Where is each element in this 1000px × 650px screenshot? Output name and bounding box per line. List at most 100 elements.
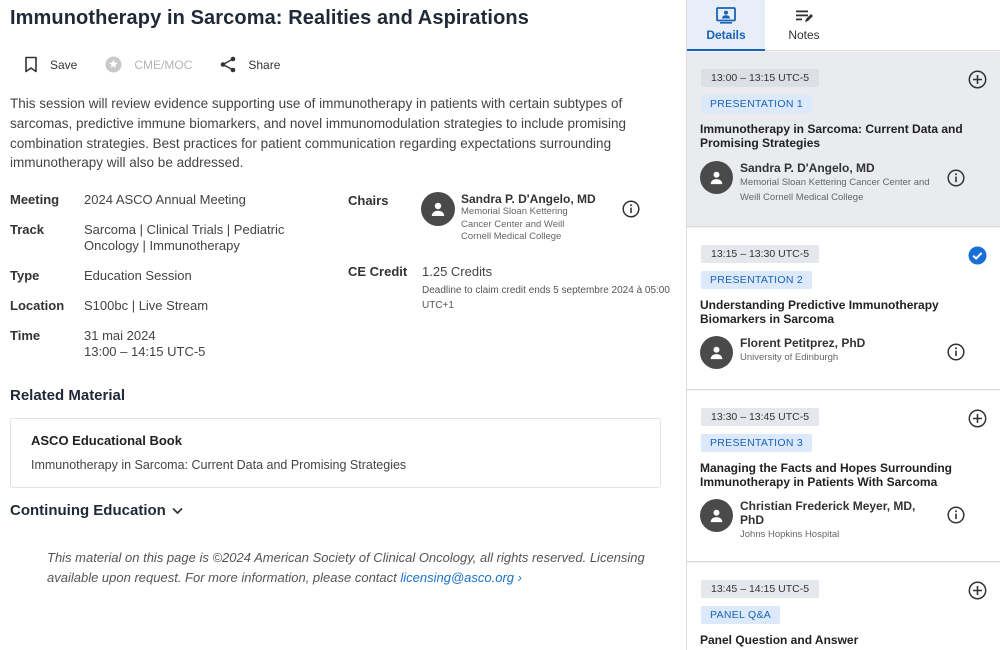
session-description: This session will review evidence suppor… — [10, 96, 627, 171]
meta-label: Meeting — [10, 192, 60, 207]
tab-notes[interactable]: Notes — [765, 0, 843, 51]
meta-label: Track — [10, 222, 44, 237]
speaker-affiliation: Memorial Sloan Kettering Cancer Center a… — [740, 177, 930, 203]
session-main: Immunotherapy in Sarcoma: Realities and … — [0, 0, 686, 650]
share-button[interactable]: Share — [220, 56, 280, 73]
avatar — [421, 192, 455, 226]
meta-time: Time 31 mai 2024 13:00 – 14:15 UTC-5 — [10, 328, 340, 360]
meta-value: 2024 ASCO Annual Meeting — [84, 192, 246, 207]
session-sidebar: Details Notes 13:00 – 13:15 UTC-5 PRESEN… — [686, 0, 1000, 650]
meta-value: Sarcoma | Clinical Trials | Pediatric On… — [84, 222, 285, 253]
time-chip: 13:45 – 14:15 UTC-5 — [701, 580, 820, 598]
continuing-education-toggle[interactable]: Continuing Education — [10, 502, 183, 519]
add-circle-icon[interactable] — [968, 581, 987, 600]
person-icon — [710, 171, 723, 185]
presentation-title: Managing the Facts and Hopes Surrounding… — [700, 461, 953, 489]
presentation-title: Immunotherapy in Sarcoma: Current Data a… — [700, 122, 963, 150]
speaker[interactable]: Florent Petitprez, PhD University of Edi… — [700, 336, 940, 369]
save-button[interactable]: Save — [24, 56, 77, 73]
time-chip: 13:30 – 13:45 UTC-5 — [701, 408, 820, 426]
meta-label: Type — [10, 268, 40, 283]
tab-notes-label: Notes — [788, 28, 820, 42]
presentation-card[interactable]: 13:00 – 13:15 UTC-5 PRESENTATION 1 Immun… — [687, 52, 1000, 227]
chairs-label: Chairs — [348, 193, 389, 208]
page-title: Immunotherapy in Sarcoma: Realities and … — [10, 7, 529, 29]
time-chip: 13:00 – 13:15 UTC-5 — [701, 69, 820, 87]
speaker[interactable]: Christian Frederick Meyer, MD, PhD Johns… — [700, 499, 940, 542]
presentation-title: Understanding Predictive Immunotherapy B… — [700, 298, 939, 326]
presentation-card[interactable]: 13:45 – 14:15 UTC-5 PANEL Q&A Panel Ques… — [687, 563, 1000, 650]
action-bar: Save CME/MOC Share — [24, 56, 308, 73]
speaker-name: Christian Frederick Meyer, MD, PhD — [740, 499, 916, 527]
person-icon — [431, 202, 445, 216]
related-material-heading: Related Material — [10, 387, 126, 404]
related-book-title: ASCO Educational Book — [31, 433, 182, 448]
copyright-notice: This material on this page is ©2024 Amer… — [47, 548, 647, 588]
copyright-text: This material on this page is ©2024 Amer… — [47, 550, 645, 585]
avatar — [700, 499, 733, 532]
speaker-text: Florent Petitprez, PhD University of Edi… — [740, 336, 940, 369]
star-badge-icon — [105, 56, 122, 73]
licensing-link[interactable]: licensing@asco.org › — [400, 570, 522, 585]
meta-label: Location — [10, 298, 65, 313]
person-icon — [710, 509, 723, 523]
speaker-name: Sandra P. D'Angelo, MD — [740, 161, 875, 175]
ce-credit-label: CE Credit — [348, 264, 408, 279]
person-card-icon — [716, 7, 736, 24]
bookmark-icon — [25, 56, 37, 73]
cme-moc-button[interactable]: CME/MOC — [105, 56, 192, 73]
meta-track: Track Sarcoma | Clinical Trials | Pediat… — [10, 222, 340, 268]
speaker-affiliation: University of Edinburgh — [740, 352, 839, 363]
cme-label: CME/MOC — [134, 57, 193, 72]
info-icon[interactable] — [947, 169, 965, 187]
meta-meeting: Meeting 2024 ASCO Annual Meeting — [10, 192, 340, 222]
presentation-card[interactable]: 13:30 – 13:45 UTC-5 PRESENTATION 3 Manag… — [687, 391, 1000, 562]
type-chip: PRESENTATION 3 — [701, 434, 813, 452]
info-icon[interactable] — [947, 506, 965, 524]
time-chip: 13:15 – 13:30 UTC-5 — [701, 245, 820, 263]
info-icon[interactable] — [622, 200, 640, 218]
speaker-text: Christian Frederick Meyer, MD, PhD Johns… — [740, 499, 940, 542]
meta-type: Type Education Session — [10, 268, 340, 298]
notes-icon — [796, 10, 813, 22]
person-icon — [710, 346, 723, 360]
tab-details-label: Details — [706, 28, 746, 42]
ce-credit-deadline: Deadline to claim credit ends 5 septembr… — [422, 285, 670, 311]
continuing-education-label: Continuing Education — [10, 502, 166, 519]
ce-credit-value: 1.25 Credits — [422, 264, 493, 279]
chair-person[interactable]: Sandra P. D'Angelo, MD Memorial Sloan Ke… — [421, 192, 596, 244]
session-meta: Meeting 2024 ASCO Annual Meeting Track S… — [10, 192, 340, 360]
type-chip: PRESENTATION 1 — [701, 95, 813, 113]
meta-value: S100bc | Live Stream — [84, 298, 209, 313]
tab-details[interactable]: Details — [687, 0, 765, 51]
avatar — [700, 161, 733, 194]
speaker-name: Florent Petitprez, PhD — [740, 336, 866, 350]
meta-value: Education Session — [84, 268, 192, 283]
avatar — [700, 336, 733, 369]
save-label: Save — [50, 57, 78, 72]
sidebar-tabs: Details Notes — [687, 0, 1000, 51]
meta-date: 31 mai 2024 — [84, 328, 156, 343]
meta-time-range: 13:00 – 14:15 UTC-5 — [84, 344, 206, 359]
related-material-card[interactable]: ASCO Educational Book Immunotherapy in S… — [10, 418, 661, 488]
share-label: Share — [248, 57, 281, 72]
check-circle-icon[interactable] — [968, 246, 987, 265]
info-icon[interactable] — [947, 343, 965, 361]
presentation-title: Panel Question and Answer — [700, 633, 859, 647]
meta-value: 31 mai 2024 13:00 – 14:15 UTC-5 — [84, 328, 205, 360]
speaker-affiliation: Johns Hopkins Hospital — [740, 529, 840, 540]
speaker-text: Sandra P. D'Angelo, MD Memorial Sloan Ke… — [740, 161, 940, 205]
presentation-card[interactable]: 13:15 – 13:30 UTC-5 PRESENTATION 2 Under… — [687, 228, 1000, 390]
type-chip: PANEL Q&A — [701, 606, 781, 624]
meta-label: Time — [10, 328, 41, 343]
meta-location: Location S100bc | Live Stream — [10, 298, 340, 328]
speaker[interactable]: Sandra P. D'Angelo, MD Memorial Sloan Ke… — [700, 161, 940, 205]
add-circle-icon[interactable] — [968, 409, 987, 428]
related-book-subtitle: Immunotherapy in Sarcoma: Current Data a… — [31, 458, 407, 472]
add-circle-icon[interactable] — [968, 70, 987, 89]
chevron-down-icon — [172, 507, 183, 514]
chair-affiliation: Memorial Sloan Kettering Cancer Center a… — [461, 206, 568, 242]
chair-name: Sandra P. D'Angelo, MD — [461, 192, 596, 206]
chair-text: Sandra P. D'Angelo, MD Memorial Sloan Ke… — [461, 192, 596, 244]
type-chip: PRESENTATION 2 — [701, 271, 813, 289]
